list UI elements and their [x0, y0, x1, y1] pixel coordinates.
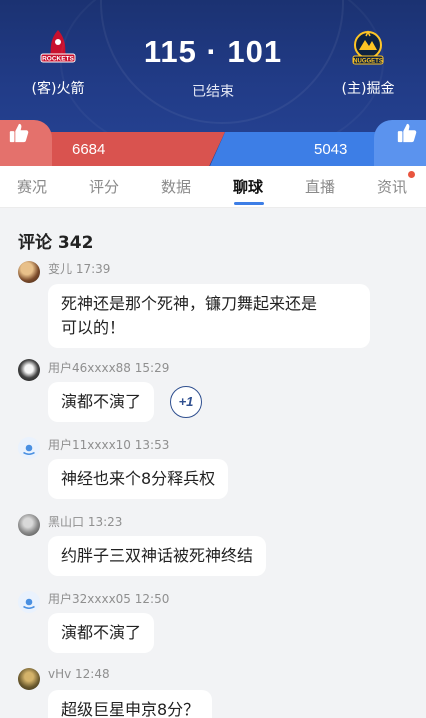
avatar[interactable]: [18, 514, 40, 536]
comment-text-line: 神经也来个8分释兵权: [61, 469, 216, 488]
comment-text-line: 约胖子三双神话被死神终结: [61, 546, 254, 565]
tab-bar: 赛况 评分 数据 聊球 直播 资讯: [0, 166, 426, 208]
comment-meta: 用户46xxxx88 15:29: [48, 361, 170, 375]
default-avatar-icon[interactable]: [18, 591, 40, 613]
tab-game-status[interactable]: 赛况: [17, 176, 47, 197]
comment-text-line: 超级巨星申京8分？: [61, 700, 200, 718]
comment-meta: 变儿 17:39: [48, 262, 111, 276]
user-placeholder-icon: [23, 444, 35, 456]
comment-bubble[interactable]: 演都不演了: [48, 613, 155, 653]
comment-text-line: 演都不演了: [61, 392, 142, 411]
avatar[interactable]: [18, 359, 40, 381]
plus-one-button[interactable]: +1: [170, 386, 202, 418]
nuggets-logo-icon: NUGGETS: [352, 30, 384, 65]
tab-ratings[interactable]: 评分: [89, 176, 119, 197]
svg-text:ROCKETS: ROCKETS: [42, 56, 74, 63]
comments-header: 评论 342: [18, 233, 94, 253]
score: 115 · 101: [143, 34, 283, 69]
svg-text:NUGGETS: NUGGETS: [353, 58, 383, 64]
home-like-count: 5043: [314, 141, 348, 158]
user-placeholder-icon: [23, 598, 35, 610]
match-header: ROCKETS (客)火箭 115 · 101 已结束 NUGGETS (主)掘…: [0, 0, 426, 132]
thumbs-up-icon: [397, 123, 417, 143]
match-status: 已结束: [192, 84, 234, 100]
away-team-name: (客)火箭: [31, 81, 85, 97]
support-bar: 6684 5043: [0, 120, 426, 166]
default-avatar-icon[interactable]: [18, 437, 40, 459]
comment-bubble[interactable]: 演都不演了: [48, 382, 155, 422]
tab-stats[interactable]: 数据: [161, 176, 191, 197]
thumbs-up-icon: [9, 123, 29, 143]
comment-bubble[interactable]: 死神还是那个死神，镰刀舞起来还是 可以的！: [48, 284, 370, 348]
active-tab-indicator: [234, 202, 264, 205]
news-badge-dot: [408, 171, 415, 178]
comment-bubble[interactable]: 神经也来个8分释兵权: [48, 459, 229, 499]
away-like-count: 6684: [72, 141, 106, 158]
home-team-name: (主)掘金: [341, 81, 395, 97]
rockets-logo-icon: ROCKETS: [40, 30, 76, 63]
comment-meta: 黑山口 13:23: [48, 515, 123, 529]
comment-meta: vHv 12:48: [48, 667, 110, 681]
comment-text-line: 可以的！: [61, 318, 126, 337]
home-like-button[interactable]: [374, 120, 426, 166]
away-like-button[interactable]: [0, 120, 52, 166]
avatar[interactable]: [18, 261, 40, 283]
home-team[interactable]: NUGGETS (主)掘金: [323, 28, 413, 98]
tab-live[interactable]: 直播: [305, 176, 335, 197]
comment-text-line: 死神还是那个死神，镰刀舞起来还是: [61, 294, 318, 313]
tab-news[interactable]: 资讯: [377, 176, 407, 197]
away-team[interactable]: ROCKETS (客)火箭: [13, 28, 103, 98]
comment-meta: 用户32xxxx05 12:50: [48, 592, 170, 606]
comment-bubble[interactable]: 超级巨星申京8分？: [48, 690, 213, 718]
tab-chat[interactable]: 聊球: [233, 176, 263, 197]
comment-text-line: 演都不演了: [61, 623, 142, 642]
avatar[interactable]: [18, 668, 40, 690]
comment-meta: 用户11xxxx10 13:53: [48, 438, 170, 452]
comment-bubble[interactable]: 约胖子三双神话被死神终结: [48, 536, 267, 576]
